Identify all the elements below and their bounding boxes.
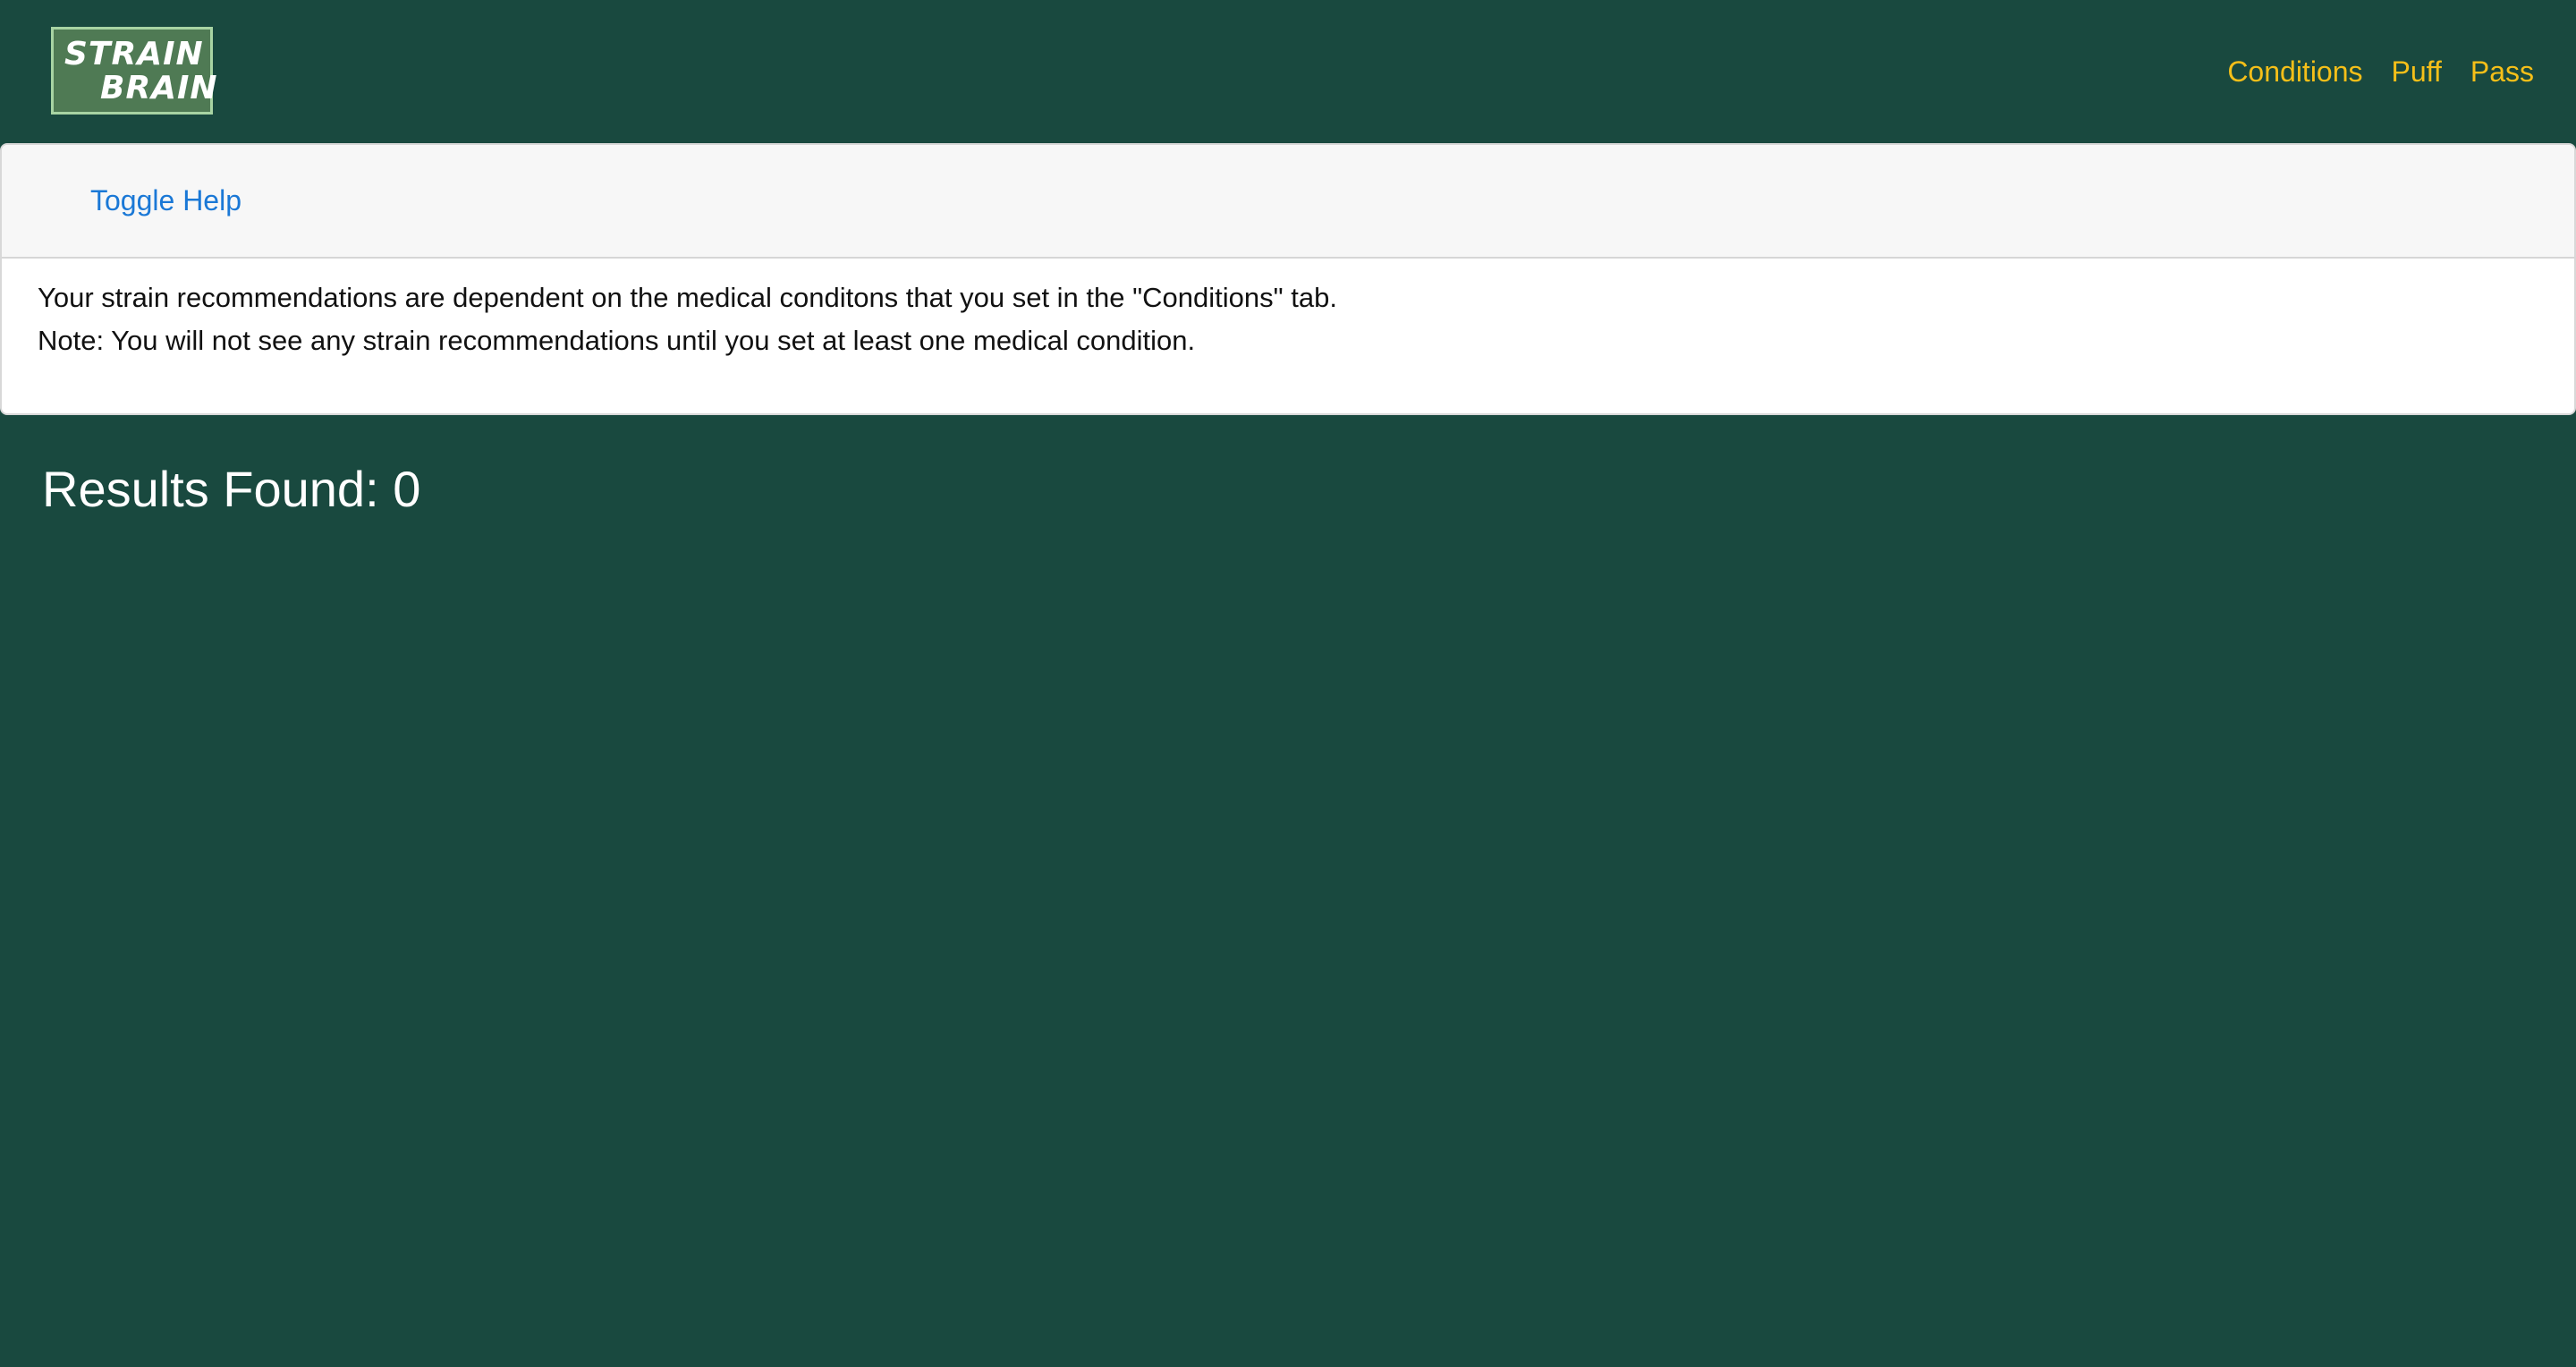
help-card: Toggle Help Your strain recommendations … <box>0 143 2576 415</box>
nav-link-conditions[interactable]: Conditions <box>2227 52 2362 91</box>
navbar: STRAIN BRAIN Conditions Puff Pass <box>0 0 2576 143</box>
toggle-help-button[interactable]: Toggle Help <box>90 181 242 220</box>
results-count-heading: Results Found: 0 <box>42 461 421 517</box>
help-text-line-1: Your strain recommendations are dependen… <box>38 282 1337 313</box>
help-card-header: Toggle Help <box>2 145 2574 259</box>
strain-brain-logo[interactable]: STRAIN BRAIN <box>51 27 217 115</box>
nav-link-puff[interactable]: Puff <box>2392 52 2442 91</box>
nav-link-pass[interactable]: Pass <box>2470 52 2534 91</box>
help-text-line-2: Note: You will not see any strain recomm… <box>38 325 1196 356</box>
results-list <box>42 537 2534 1324</box>
logo-text-line-2: BRAIN <box>100 70 218 106</box>
logo-text-line-1: STRAIN <box>64 36 204 72</box>
nav-links: Conditions Puff Pass <box>2227 52 2534 91</box>
